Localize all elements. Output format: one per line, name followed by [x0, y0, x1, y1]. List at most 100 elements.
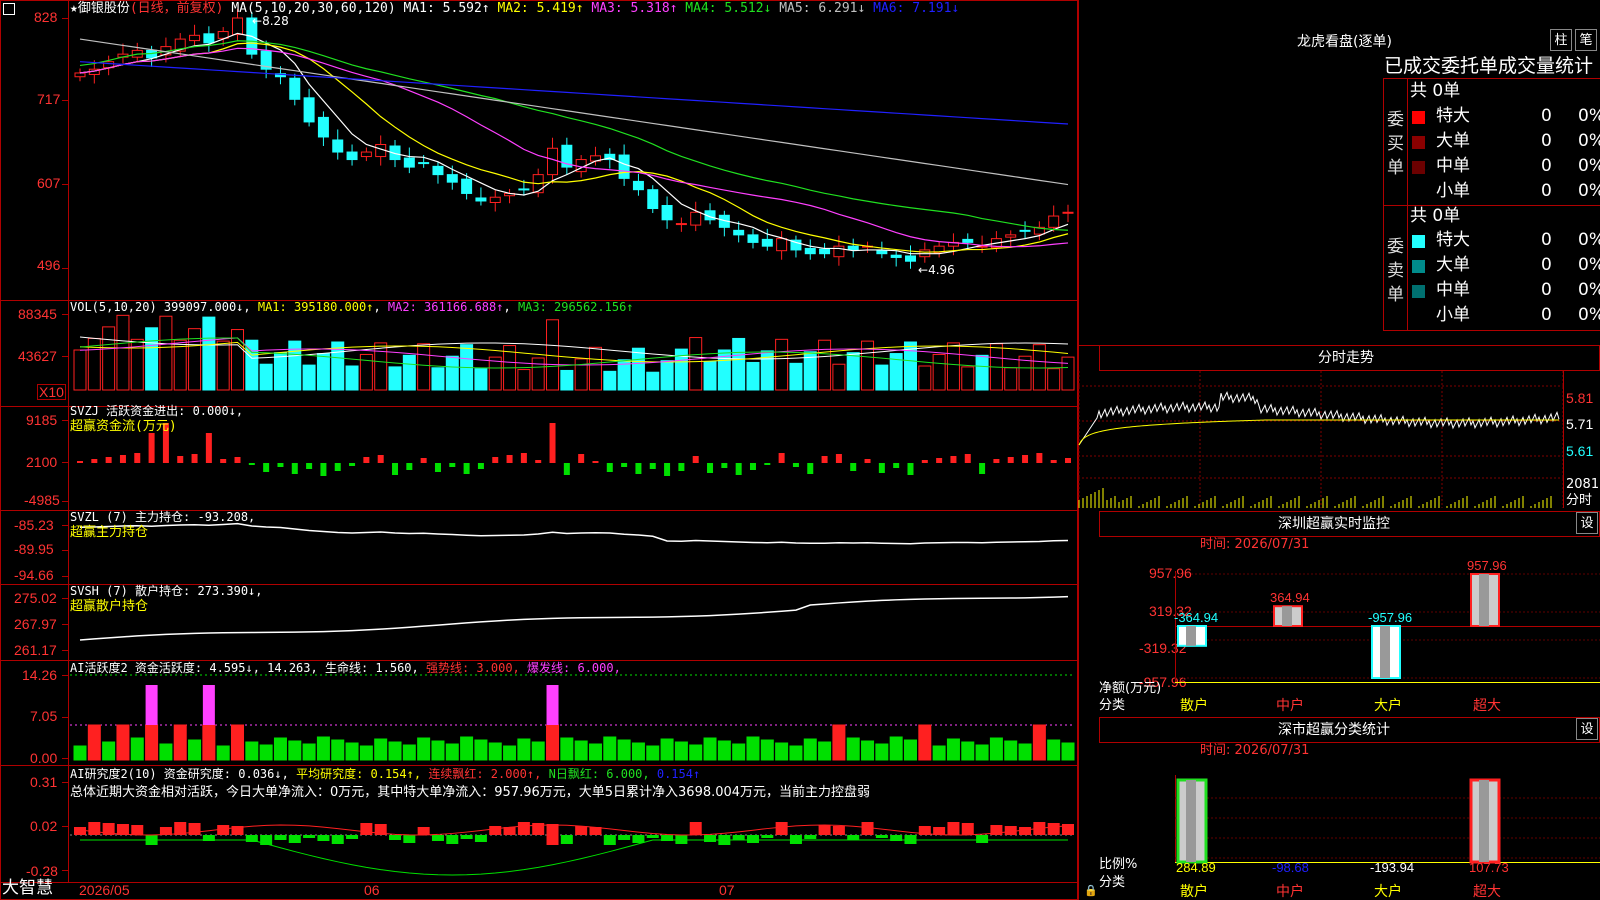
research-bar [632, 835, 645, 843]
candle [690, 211, 702, 226]
svzj-sub: 超赢资金流(万元) [70, 419, 177, 434]
fund-flow-bar [148, 433, 155, 463]
activity-bar [374, 738, 388, 761]
panel-toggle-icon[interactable] [3, 3, 15, 15]
fund-flow-bar [850, 463, 857, 471]
brand-logo[interactable]: 大智慧 [2, 880, 53, 897]
activity-bar [631, 742, 645, 761]
volume-bar [102, 326, 116, 391]
fund-flow-bar [406, 463, 413, 470]
kline-chart[interactable] [0, 0, 1078, 900]
activity-bar [288, 740, 302, 761]
candle [475, 197, 487, 202]
fund-flow-bar [764, 463, 771, 465]
sz-bar-shade [1380, 626, 1390, 678]
star-icon[interactable]: ★ [70, 1, 78, 16]
research-bar [288, 835, 301, 843]
svsh-ytick: 261.17 [14, 642, 57, 658]
fund-flow-bar [1022, 455, 1029, 463]
activity-bar [932, 745, 946, 761]
volume-bar [273, 352, 287, 391]
fl-category: 超大 [1473, 884, 1501, 900]
ma-value-4: MA4: 5.512↓ [677, 1, 772, 16]
frame [0, 0, 1078, 900]
fund-flow-bar [177, 456, 184, 463]
fund-flow-bar [291, 463, 298, 474]
activity-bar [560, 737, 574, 761]
activity-bar [259, 744, 273, 761]
candle [303, 97, 315, 123]
volume-bar [775, 338, 789, 391]
fl-value-label: 107.73 [1469, 860, 1509, 875]
main-ytick: 496 [37, 257, 61, 273]
svzl-header: SVZL (7) 主力持仓: -93.208, [70, 510, 256, 524]
activity-bar [273, 737, 287, 761]
candle [403, 157, 415, 168]
activity-bar [875, 743, 889, 761]
research-bar [331, 835, 344, 844]
right-panel-charts: -364.94364.94-957.96957.96散户 中户 大户 超大284.89… [1078, 0, 1600, 900]
research-bar [131, 825, 144, 835]
volume-bar [316, 353, 330, 391]
fund-flow-bar [678, 463, 685, 471]
research-bar [360, 823, 373, 835]
fund-flow-bar [191, 454, 198, 463]
sz-category: 超大 [1473, 698, 1501, 714]
fund-flow-bar [821, 456, 828, 463]
svzj-ytick: 2100 [26, 454, 58, 470]
sz-category: 大户 [1374, 697, 1402, 714]
activity-bar [889, 736, 903, 761]
vol-unit-badge[interactable]: X10 [37, 384, 66, 400]
activity-bar [646, 745, 660, 761]
candle [446, 174, 458, 183]
fund-flow-bar [936, 458, 943, 463]
ma-value-5: MA5: 6.291↓ [771, 1, 866, 16]
ma5-line [79, 38, 1069, 186]
candle [418, 162, 430, 165]
volume-bar [402, 354, 416, 391]
high-price-marker: ←8.28 [252, 14, 289, 28]
candle [1062, 211, 1074, 214]
svsh-header: SVSH (7) 散户持仓: 273.390↓, [70, 584, 263, 598]
main-position-line [79, 522, 1069, 545]
svsh-ytick: 267.97 [14, 616, 57, 632]
activity-bar [674, 741, 688, 761]
ma4-line [79, 40, 1069, 231]
research-bar [446, 835, 459, 844]
activity-bar [345, 742, 359, 761]
fund-flow-bar [520, 453, 527, 463]
stock-name[interactable]: 御银股份 [78, 1, 130, 16]
fund-flow-bar [220, 459, 227, 463]
candle [1019, 229, 1031, 232]
volume-bar [946, 342, 960, 391]
research-bar [818, 825, 831, 835]
ma2-line [79, 42, 1069, 253]
research-bar [1019, 827, 1032, 835]
candle [876, 250, 888, 255]
fund-flow-bar [234, 457, 241, 463]
activity-bar [474, 739, 488, 761]
research-bar [431, 835, 444, 841]
research-bar [976, 835, 989, 843]
activity-bar [775, 742, 789, 761]
volume-bar [159, 315, 173, 391]
retail-position-line [79, 595, 1069, 641]
ma1-line [79, 32, 1069, 255]
activity-bar [689, 744, 703, 761]
activity-bar [832, 724, 846, 761]
candle [232, 17, 244, 36]
volume-bar [746, 361, 760, 391]
svzj-ytick: -4985 [24, 492, 60, 508]
period-label[interactable]: (日线，前复权) [130, 1, 224, 16]
fund-flow-bar [621, 463, 628, 467]
fund-flow-bar [907, 463, 914, 475]
ma3-line [79, 47, 1069, 248]
fund-flow-bar [807, 463, 814, 474]
volume-bar [1018, 355, 1032, 391]
fund-flow-bar [434, 463, 441, 472]
candle [647, 189, 659, 210]
volume-bar [388, 366, 402, 391]
activity-bar [574, 740, 588, 761]
volume-bar [1004, 367, 1018, 391]
research-bar [417, 827, 430, 835]
